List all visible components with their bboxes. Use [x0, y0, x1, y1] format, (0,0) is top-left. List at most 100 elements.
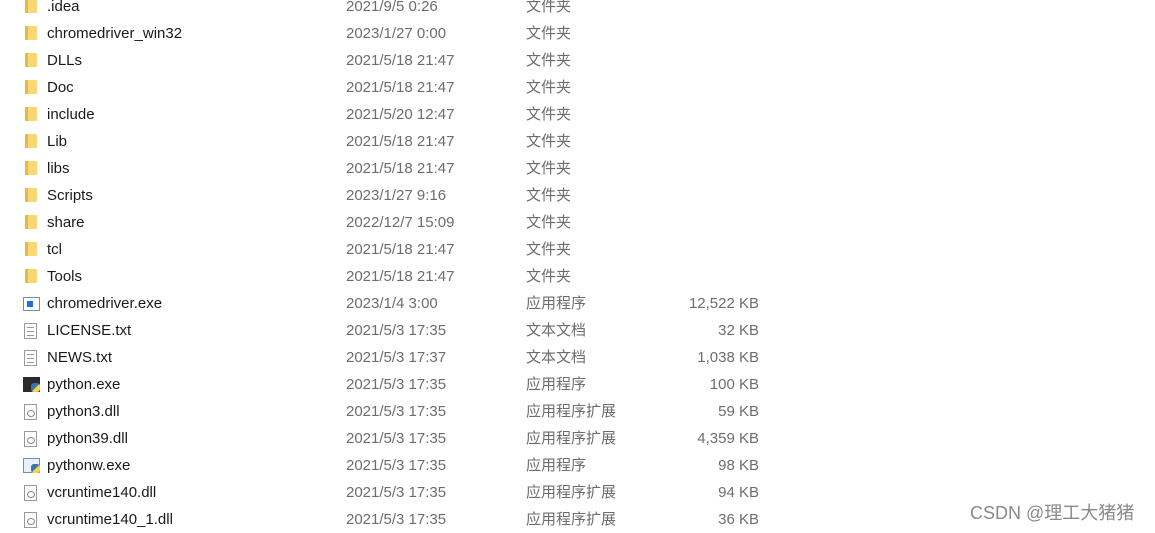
application-icon — [23, 297, 40, 311]
file-size: 94 KB — [718, 484, 759, 501]
file-date: 2021/5/3 17:35 — [346, 376, 447, 393]
file-type: 文件夹 — [526, 52, 572, 69]
file-name: vcruntime140_1.dll — [47, 511, 173, 528]
folder-icon — [25, 134, 37, 148]
text-file-icon — [24, 350, 37, 366]
file-date: 2021/5/18 21:47 — [346, 79, 455, 96]
file-type: 文本文档 — [526, 322, 587, 339]
file-name: include — [47, 106, 95, 123]
folder-icon — [25, 80, 37, 94]
file-date: 2021/5/3 17:35 — [346, 457, 447, 474]
file-size: 12,522 KB — [688, 295, 759, 312]
file-size: 98 KB — [718, 457, 759, 474]
folder-icon — [25, 242, 37, 256]
file-type: 文件夹 — [526, 0, 572, 15]
file-date: 2021/5/3 17:35 — [346, 484, 447, 501]
folder-icon — [25, 269, 37, 283]
file-size: 100 KB — [709, 376, 759, 393]
file-type: 文件夹 — [526, 79, 572, 96]
file-row[interactable]: Lib 2021/5/18 21:47 文件夹 — [0, 128, 1155, 155]
file-row[interactable]: pythonw.exe 2021/5/3 17:35 应用程序 98 KB — [0, 452, 1155, 479]
watermark: CSDN @理工大猪猪 — [970, 503, 1135, 523]
folder-icon — [25, 161, 37, 175]
file-date: 2021/5/18 21:47 — [346, 52, 455, 69]
folder-icon — [25, 0, 37, 13]
file-date: 2021/5/18 21:47 — [346, 241, 455, 258]
file-type: 文本文档 — [526, 349, 587, 366]
dll-file-icon — [24, 431, 37, 447]
text-file-icon — [24, 323, 37, 339]
file-size: 32 KB — [718, 322, 759, 339]
file-type: 应用程序 — [526, 457, 587, 474]
file-row[interactable]: libs 2021/5/18 21:47 文件夹 — [0, 155, 1155, 182]
file-name: chromedriver.exe — [47, 295, 163, 312]
file-date: 2023/1/27 9:16 — [346, 187, 447, 204]
file-date: 2021/5/18 21:47 — [346, 268, 455, 285]
folder-icon — [25, 188, 37, 202]
folder-icon — [25, 107, 37, 121]
file-type: 应用程序 — [526, 376, 587, 393]
file-date: 2022/12/7 15:09 — [346, 214, 455, 231]
file-name: DLLs — [47, 52, 83, 69]
python-window-icon — [23, 458, 40, 473]
file-name: Doc — [47, 79, 74, 96]
file-row[interactable]: Scripts 2023/1/27 9:16 文件夹 — [0, 182, 1155, 209]
file-type: 应用程序扩展 — [526, 511, 617, 528]
file-name: .idea — [47, 0, 80, 15]
folder-icon — [25, 215, 37, 229]
file-date: 2021/9/5 0:26 — [346, 0, 438, 15]
file-type: 应用程序扩展 — [526, 403, 617, 420]
file-name: chromedriver_win32 — [47, 25, 183, 42]
file-name: Tools — [47, 268, 83, 285]
file-name: LICENSE.txt — [47, 322, 132, 339]
file-type: 文件夹 — [526, 187, 572, 204]
dll-file-icon — [24, 485, 37, 501]
file-type: 文件夹 — [526, 268, 572, 285]
file-type: 文件夹 — [526, 160, 572, 177]
file-name: pythonw.exe — [47, 457, 131, 474]
file-type: 应用程序扩展 — [526, 484, 617, 501]
file-type: 文件夹 — [526, 106, 572, 123]
file-date: 2021/5/3 17:37 — [346, 349, 447, 366]
file-row[interactable]: DLLs 2021/5/18 21:47 文件夹 — [0, 47, 1155, 74]
file-row[interactable]: python3.dll 2021/5/3 17:35 应用程序扩展 59 KB — [0, 398, 1155, 425]
file-type: 文件夹 — [526, 241, 572, 258]
dll-file-icon — [24, 512, 37, 528]
folder-icon — [25, 53, 37, 67]
file-date: 2021/5/3 17:35 — [346, 322, 447, 339]
file-date: 2021/5/20 12:47 — [346, 106, 455, 123]
file-date: 2021/5/3 17:35 — [346, 430, 447, 447]
file-type: 文件夹 — [526, 25, 572, 42]
file-row[interactable]: NEWS.txt 2021/5/3 17:37 文本文档 1,038 KB — [0, 344, 1155, 371]
file-name: Scripts — [47, 187, 93, 204]
file-type: 文件夹 — [526, 214, 572, 231]
file-row[interactable]: LICENSE.txt 2021/5/3 17:35 文本文档 32 KB — [0, 317, 1155, 344]
file-row[interactable]: share 2022/12/7 15:09 文件夹 — [0, 209, 1155, 236]
file-type: 应用程序 — [526, 295, 587, 312]
file-name: share — [47, 214, 85, 231]
file-name: python39.dll — [47, 430, 128, 447]
file-row[interactable]: .idea 2021/9/5 0:26 文件夹 — [0, 0, 1155, 20]
file-type: 应用程序扩展 — [526, 430, 617, 447]
file-size: 1,038 KB — [697, 349, 759, 366]
file-row[interactable]: include 2021/5/20 12:47 文件夹 — [0, 101, 1155, 128]
file-row[interactable]: python39.dll 2021/5/3 17:35 应用程序扩展 4,359… — [0, 425, 1155, 452]
file-name: Lib — [47, 133, 68, 150]
file-row[interactable]: Tools 2021/5/18 21:47 文件夹 — [0, 263, 1155, 290]
file-row[interactable]: tcl 2021/5/18 21:47 文件夹 — [0, 236, 1155, 263]
file-type: 文件夹 — [526, 133, 572, 150]
file-row[interactable]: chromedriver.exe 2023/1/4 3:00 应用程序 12,5… — [0, 290, 1155, 317]
folder-icon — [25, 26, 37, 40]
file-name: libs — [47, 160, 70, 177]
dll-file-icon — [24, 404, 37, 420]
file-date: 2021/5/3 17:35 — [346, 403, 447, 420]
file-date: 2021/5/3 17:35 — [346, 511, 447, 528]
file-row[interactable]: python.exe 2021/5/3 17:35 应用程序 100 KB — [0, 371, 1155, 398]
file-row[interactable]: Doc 2021/5/18 21:47 文件夹 — [0, 74, 1155, 101]
file-name: python3.dll — [47, 403, 120, 420]
file-name: tcl — [47, 241, 62, 258]
file-row[interactable]: chromedriver_win32 2023/1/27 0:00 文件夹 — [0, 20, 1155, 47]
file-date: 2023/1/4 3:00 — [346, 295, 438, 312]
file-date: 2023/1/27 0:00 — [346, 25, 447, 42]
file-name: python.exe — [47, 376, 121, 393]
